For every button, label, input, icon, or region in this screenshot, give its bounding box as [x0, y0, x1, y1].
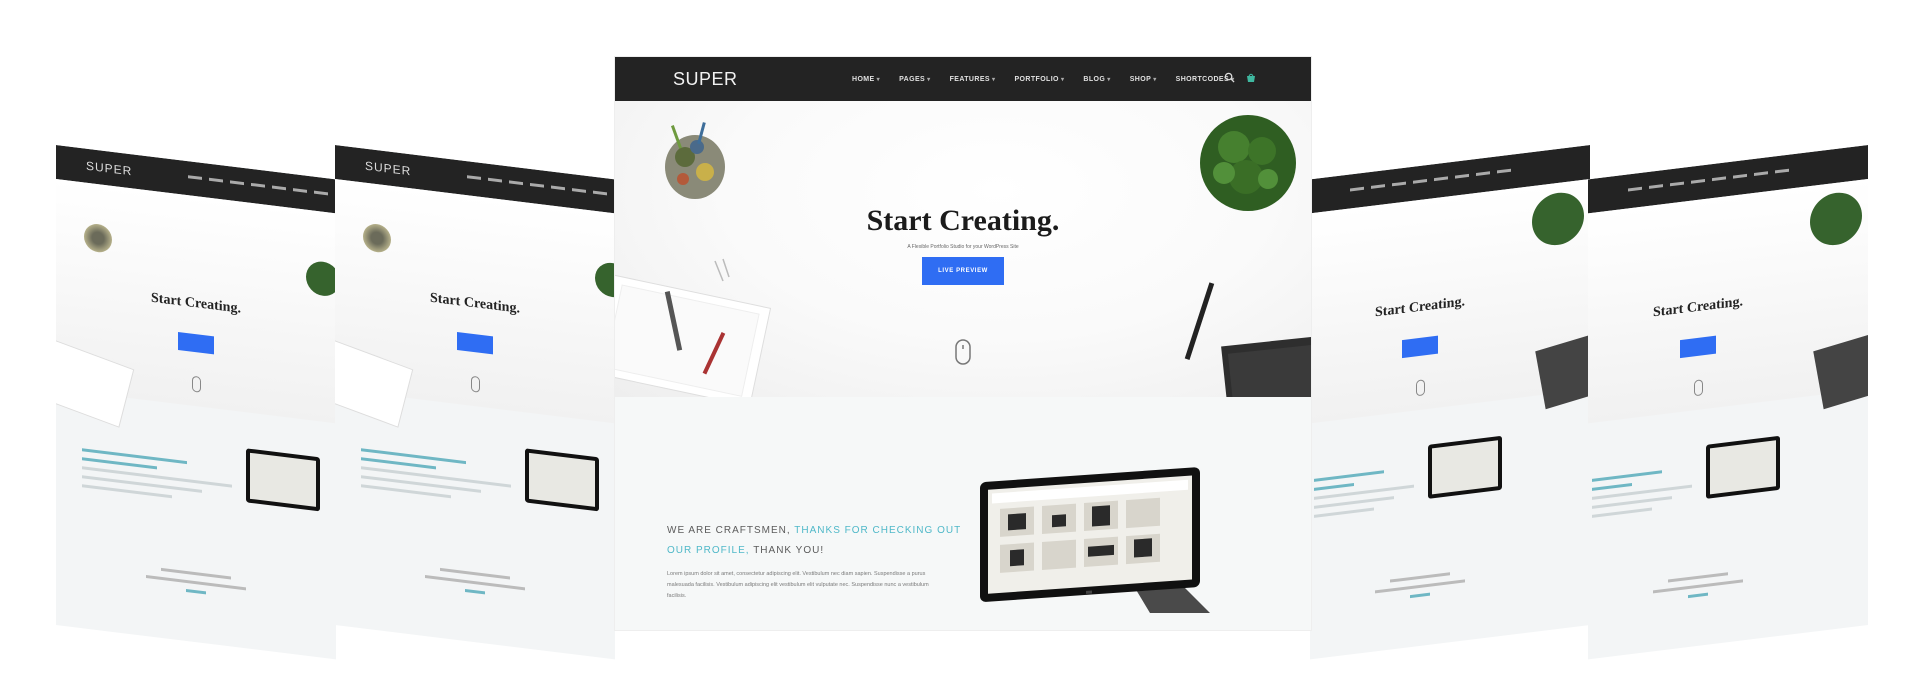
tablet-image [525, 448, 599, 512]
showcase-stage: SUPER Start Creating. SUPER Start Creati… [0, 0, 1920, 700]
hero-title: Start Creating. [866, 204, 1060, 237]
mockup-about-text [82, 448, 232, 511]
scroll-mouse-icon [192, 375, 201, 393]
mockup-hero-button [1680, 335, 1716, 359]
menu-item-home[interactable]: HOME [852, 76, 880, 83]
graphics-tablet-image [1184, 282, 1311, 397]
mockup-hero: Start Creating. [1588, 179, 1868, 424]
tablet-image [246, 448, 320, 512]
scroll-mouse-icon [471, 375, 480, 393]
mockup-hero-title: Start Creating. [430, 290, 520, 317]
menu-item-pages[interactable]: PAGES [899, 76, 930, 83]
mockup-footer [1310, 555, 1590, 624]
search-icon[interactable] [1224, 72, 1235, 83]
mockup-menu [1628, 168, 1789, 192]
pencil-pots-image [84, 222, 112, 254]
plant-image [1200, 115, 1296, 211]
mockup-footer [1588, 555, 1868, 624]
about-heading-suffix: THANK YOU! [753, 545, 825, 556]
mockup-logo: SUPER [86, 158, 133, 179]
scroll-mouse-icon[interactable] [954, 338, 972, 366]
mockup-left-inner: SUPER Start Creating. [335, 145, 615, 660]
mockup-hero: Start Creating. [335, 179, 615, 428]
graphics-tablet-image [1535, 333, 1590, 410]
mockup-hero-button [457, 331, 493, 355]
mockup-menu [188, 175, 328, 196]
main-nav: SUPER HOME PAGES FEATURES PORTFOLIO BLOG… [615, 57, 1311, 101]
mockup-hero: Start Creating. [1310, 179, 1590, 424]
mockup-left-outer: SUPER Start Creating. [56, 145, 336, 660]
cart-icon[interactable] [1245, 72, 1257, 84]
graphics-tablet-image [1813, 333, 1868, 410]
mockup-hero-button [1402, 335, 1438, 359]
menu-item-blog[interactable]: BLOG [1083, 76, 1110, 83]
mockup-hero-title: Start Creating. [1653, 294, 1743, 321]
mockup-right-inner: Start Creating. [1310, 145, 1590, 660]
mockup-main: SUPER HOME PAGES FEATURES PORTFOLIO BLOG… [615, 57, 1311, 630]
mockup-footer [335, 555, 615, 616]
notebook-image [335, 339, 414, 428]
notebook-image [56, 339, 135, 428]
mockup-about-text [1592, 467, 1692, 524]
pencil-pots-image [665, 122, 725, 199]
mockup-hero-button [178, 331, 214, 355]
notebook-image [615, 258, 772, 397]
plant-image [1810, 189, 1862, 249]
hero-subtitle: A Flexible Portfolio Studio for your Wor… [907, 244, 1019, 250]
tablet-image [1706, 435, 1780, 499]
mockup-right-outer: Start Creating. [1588, 145, 1868, 660]
menu-item-features[interactable]: FEATURES [950, 76, 996, 83]
mockup-hero: Start Creating. [56, 179, 336, 428]
plant-image [1532, 189, 1584, 249]
about-text: Lorem ipsum dolor sit amet, consectetur … [667, 571, 929, 599]
tablet-image [1428, 435, 1502, 499]
main-menu: HOME PAGES FEATURES PORTFOLIO BLOG SHOP … [852, 57, 1235, 101]
mockup-menu [1350, 168, 1511, 192]
about-heading-prefix: WE ARE CRAFTSMEN, [667, 525, 791, 536]
live-preview-button[interactable]: LIVE PREVIEW [922, 257, 1004, 285]
about-heading: WE ARE CRAFTSMEN, THANKS FOR CHECKING OU… [667, 521, 967, 561]
mockup-footer [56, 555, 336, 616]
mockup-hero-title: Start Creating. [151, 290, 241, 317]
plant-image [595, 260, 615, 300]
hero-section: Start Creating. A Flexible Portfolio Stu… [615, 101, 1311, 397]
about-section: WE ARE CRAFTSMEN, THANKS FOR CHECKING OU… [615, 397, 1311, 630]
menu-item-portfolio[interactable]: PORTFOLIO [1014, 76, 1064, 83]
mockup-hero-title: Start Creating. [1375, 294, 1465, 321]
menu-item-shop[interactable]: SHOP [1130, 76, 1157, 83]
mockup-about-text [361, 448, 511, 511]
scroll-mouse-icon [1694, 379, 1703, 397]
logo[interactable]: SUPER [673, 69, 738, 90]
scroll-mouse-icon [1416, 379, 1425, 397]
tablet-device-image [980, 467, 1210, 613]
mockup-menu [467, 175, 607, 196]
mockup-about-text [1314, 467, 1414, 524]
plant-image [306, 259, 336, 298]
pencil-pots-image [363, 222, 391, 254]
mockup-logo: SUPER [365, 158, 412, 179]
